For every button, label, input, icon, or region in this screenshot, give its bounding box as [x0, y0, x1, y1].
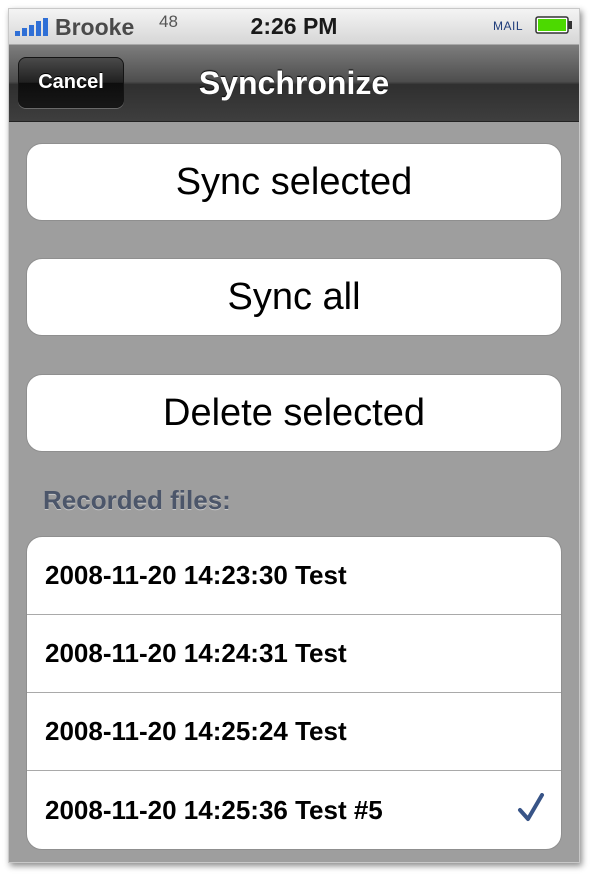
- file-label: 2008-11-20 14:23:30 Test: [45, 560, 347, 590]
- sync-selected-button[interactable]: Sync selected: [26, 143, 562, 221]
- battery-icon: [535, 16, 572, 34]
- file-label: 2008-11-20 14:24:31 Test: [45, 638, 347, 668]
- file-label: 2008-11-20 14:25:24 Test: [45, 716, 347, 746]
- sync-all-button[interactable]: Sync all: [26, 258, 562, 336]
- file-row[interactable]: 2008-11-20 14:24:31 Test: [27, 615, 561, 693]
- checkmark-icon: [518, 793, 544, 821]
- file-label: 2008-11-20 14:25:36 Test #5: [45, 794, 383, 825]
- file-row[interactable]: 2008-11-20 14:23:30 Test: [27, 537, 561, 615]
- app-indicator: MAIL: [493, 19, 524, 33]
- navigation-bar: Cancel Synchronize: [9, 45, 579, 122]
- recorded-files-header: Recorded files:: [43, 485, 231, 515]
- file-row-selected[interactable]: 2008-11-20 14:25:36 Test #5: [27, 771, 561, 849]
- delete-selected-button[interactable]: Delete selected: [26, 374, 562, 452]
- page-title: Synchronize: [198, 65, 390, 101]
- phone-screen: Brooke 48 2:26 PM MAIL Cancel Synchroniz…: [8, 8, 580, 863]
- status-bar: Brooke 48 2:26 PM MAIL: [9, 9, 579, 45]
- file-row[interactable]: 2008-11-20 14:25:24 Test: [27, 693, 561, 771]
- recorded-files-list: 2008-11-20 14:23:30 Test 2008-11-20 14:2…: [26, 536, 562, 850]
